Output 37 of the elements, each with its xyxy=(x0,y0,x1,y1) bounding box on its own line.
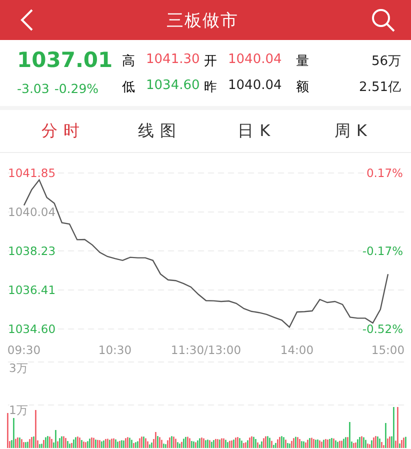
search-icon[interactable] xyxy=(371,8,395,32)
field-label: 高 xyxy=(122,53,136,70)
field-value: 56万 xyxy=(370,53,401,70)
field-label: 量 xyxy=(296,53,310,70)
price-axis-label: 1036.41 xyxy=(8,283,56,298)
time-axis-label: 11:30/13:00 xyxy=(170,343,242,357)
field-value: 1034.60 xyxy=(146,78,201,95)
percent-axis-label: -0.52% xyxy=(362,322,403,336)
percent-axis-label: -0.17% xyxy=(362,244,403,258)
price-axis-label: 1040.04 xyxy=(8,204,56,219)
percent-change: -0.29% xyxy=(54,81,99,96)
field-label: 昨 xyxy=(204,79,218,96)
field-value: 1041.30 xyxy=(146,52,201,69)
volume-axis-label: 1万 xyxy=(9,403,28,417)
field-label: 开 xyxy=(204,53,218,70)
percent-axis-label: 0.17% xyxy=(366,166,403,180)
time-axis-label: 14:00 xyxy=(280,343,314,357)
price-axis-label: 1038.23 xyxy=(8,244,56,258)
field-value: 1040.04 xyxy=(228,78,283,95)
page-title: 三板做市 xyxy=(166,10,238,32)
field-label: 低 xyxy=(122,79,136,96)
chart-tab[interactable]: 分时 xyxy=(35,118,86,144)
price-axis-label: 1041.85 xyxy=(8,166,56,180)
field-label: 额 xyxy=(296,79,310,96)
field-value: 1040.04 xyxy=(228,52,283,69)
volume-axis-label: 3万 xyxy=(9,361,28,375)
price-change: -3.03 xyxy=(17,81,50,96)
last-price: 1037.01 xyxy=(17,48,114,72)
time-axis-label: 09:30 xyxy=(7,343,41,357)
price-axis-label: 1034.60 xyxy=(8,322,56,336)
field-value: 2.51亿 xyxy=(358,79,401,96)
chart-tab[interactable]: 周K xyxy=(328,118,373,144)
time-axis-label: 10:30 xyxy=(98,343,132,357)
back-icon[interactable] xyxy=(20,9,34,31)
chart-tab[interactable]: 线图 xyxy=(132,118,182,144)
time-axis-label: 15:00 xyxy=(371,343,405,357)
chart-tab[interactable]: 日K xyxy=(232,118,276,144)
